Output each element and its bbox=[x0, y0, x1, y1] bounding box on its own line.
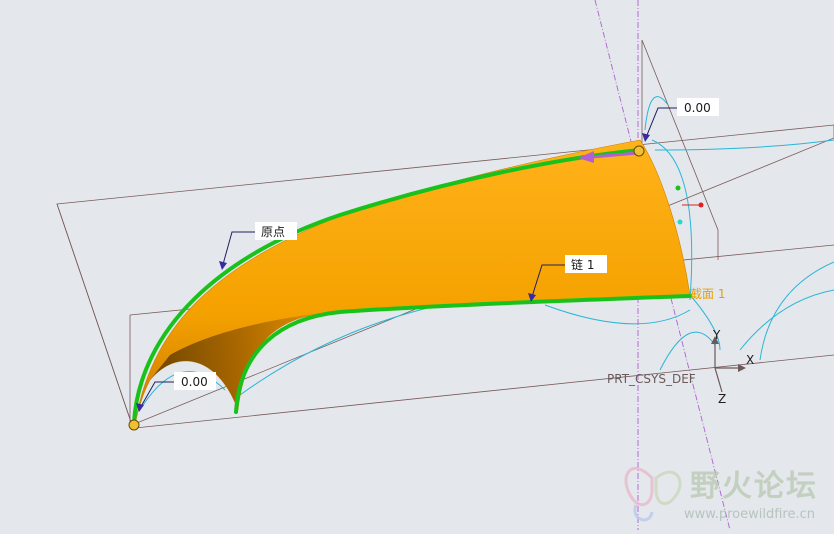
end-value-callout[interactable]: 0.00 bbox=[677, 98, 719, 116]
section-label[interactable]: 截面 1 bbox=[690, 287, 725, 301]
watermark: 野火论坛 www.proewildfire.cn bbox=[624, 466, 818, 522]
chain-label-text: 链 1 bbox=[571, 257, 594, 272]
csys-name: PRT_CSYS_DEF bbox=[607, 372, 696, 386]
end-value-text: 0.00 bbox=[684, 101, 711, 115]
csys-z-label: Z bbox=[718, 392, 726, 406]
chain-callout[interactable]: 链 1 bbox=[565, 255, 607, 273]
watermark-title: 野火论坛 bbox=[690, 469, 818, 504]
start-point-handle[interactable] bbox=[128, 419, 140, 431]
cad-3d-viewport[interactable]: 0.00 0.00 原点 链 1 截面 1 X Y Z PRT_CSYS_DEF… bbox=[0, 0, 834, 531]
origin-callout[interactable]: 原点 bbox=[255, 222, 297, 240]
drag-handles[interactable] bbox=[675, 185, 704, 225]
watermark-url: www.proewildfire.cn bbox=[684, 507, 815, 522]
start-value-text: 0.00 bbox=[181, 375, 208, 389]
start-value-callout[interactable]: 0.00 bbox=[174, 372, 216, 390]
csys-y-label: Y bbox=[712, 328, 721, 342]
butterfly-logo-icon bbox=[624, 466, 682, 522]
end-point-handle[interactable] bbox=[633, 145, 645, 157]
csys-x-label: X bbox=[746, 353, 754, 367]
origin-label-text: 原点 bbox=[261, 225, 285, 239]
